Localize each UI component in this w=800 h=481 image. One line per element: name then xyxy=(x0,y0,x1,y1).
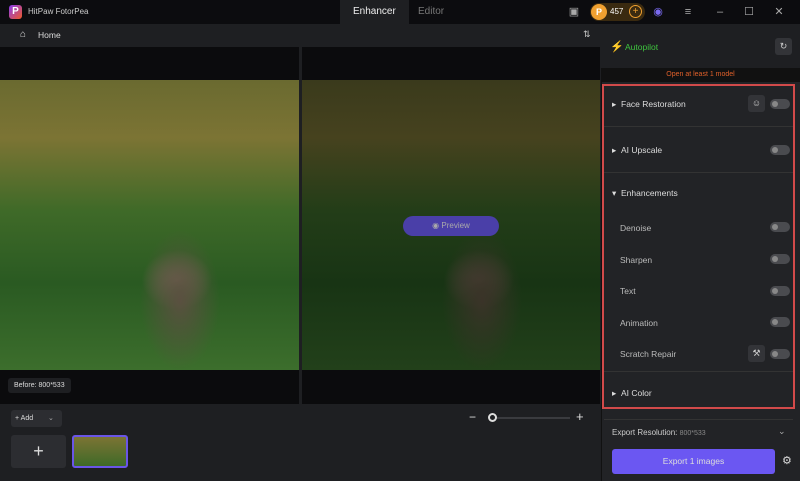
refresh-icon[interactable]: ↻ xyxy=(775,38,792,55)
settings-gear-icon[interactable]: ⚙ xyxy=(782,454,792,467)
lightning-icon: ⚡ xyxy=(610,41,624,53)
eye-icon: ◉ xyxy=(432,221,442,230)
tab-enhancer[interactable]: Enhancer xyxy=(340,0,409,24)
zoom-slider[interactable] xyxy=(490,417,570,419)
sharpen-label: Sharpen xyxy=(620,255,653,265)
add-label: Add xyxy=(20,415,34,422)
face-restoration-label: Face Restoration xyxy=(621,99,686,109)
coin-icon: P xyxy=(591,4,607,20)
preview-button[interactable]: ◉ Preview xyxy=(403,216,499,236)
divider xyxy=(604,419,793,420)
sharpen-toggle[interactable] xyxy=(770,254,790,264)
add-image-button[interactable]: + xyxy=(11,435,66,468)
crop-icon[interactable]: ⇅ xyxy=(583,29,591,40)
chevron-down-icon[interactable]: ⌄ xyxy=(48,410,54,427)
close-icon[interactable]: ✕ xyxy=(771,4,787,20)
ai-color-section[interactable]: ▸ AI Color xyxy=(612,388,652,399)
enhancements-section[interactable]: ▾ Enhancements xyxy=(612,188,678,199)
scratch-repair-toggle[interactable] xyxy=(770,349,790,359)
tab-editor[interactable]: Editor xyxy=(405,0,457,24)
home-link[interactable]: Home xyxy=(38,30,61,40)
divider xyxy=(604,172,793,173)
divider xyxy=(604,126,793,127)
denoise-toggle[interactable] xyxy=(770,222,790,232)
ai-upscale-label: AI Upscale xyxy=(621,145,663,155)
model-highlight-box xyxy=(602,84,795,409)
image-thumbnail[interactable] xyxy=(72,435,128,468)
ai-color-label: AI Color xyxy=(621,388,652,398)
warning-text: Open at least 1 model xyxy=(601,68,800,82)
zoom-out-button[interactable]: − xyxy=(469,410,476,424)
preview-label: Preview xyxy=(441,221,470,230)
add-coins-icon[interactable]: + xyxy=(629,5,642,18)
export-resolution[interactable]: Export Resolution: 800*533 xyxy=(612,428,706,437)
app-logo: P xyxy=(9,5,22,19)
export-resolution-label: Export Resolution: xyxy=(612,428,678,437)
export-resolution-value: 800*533 xyxy=(679,430,706,437)
minimize-icon[interactable]: – xyxy=(712,4,728,20)
app-title: HitPaw FotorPea xyxy=(28,7,89,16)
face-icon[interactable]: ☺ xyxy=(748,95,765,112)
home-icon[interactable]: ⌂ xyxy=(20,29,26,40)
zoom-in-button[interactable]: + xyxy=(576,409,584,424)
text-toggle[interactable] xyxy=(770,286,790,296)
before-image xyxy=(0,80,299,370)
magic-wand-icon[interactable]: ⚒ xyxy=(748,345,765,362)
text-label: Text xyxy=(620,286,636,296)
toolbar xyxy=(0,24,600,47)
autopilot-label[interactable]: Autopilot xyxy=(625,42,658,52)
divider xyxy=(604,371,793,372)
export-button[interactable]: Export 1 images xyxy=(612,449,775,474)
scratch-repair-label: Scratch Repair xyxy=(620,349,677,359)
compare-divider[interactable] xyxy=(299,47,302,404)
maximize-icon[interactable]: ☐ xyxy=(741,4,757,20)
before-size-label: Before: 800*533 xyxy=(8,378,71,393)
add-button[interactable]: + Add ⌄ xyxy=(11,410,62,427)
animation-label: Animation xyxy=(620,318,658,328)
zoom-slider-handle[interactable] xyxy=(488,413,497,422)
denoise-label: Denoise xyxy=(620,223,652,233)
account-icon[interactable]: ◉ xyxy=(650,4,666,20)
menu-icon[interactable]: ≡ xyxy=(680,4,696,20)
ai-upscale-section[interactable]: ▸ AI Upscale xyxy=(612,145,662,156)
ai-upscale-toggle[interactable] xyxy=(770,145,790,155)
enhancements-label: Enhancements xyxy=(621,188,678,198)
feedback-icon[interactable]: ▣ xyxy=(566,4,582,20)
face-restoration-toggle[interactable] xyxy=(770,99,790,109)
animation-toggle[interactable] xyxy=(770,317,790,327)
coin-count: 457 xyxy=(610,7,624,16)
face-restoration-section[interactable]: ▸ Face Restoration xyxy=(612,99,686,110)
double-chevron-down-icon[interactable]: ⌄ xyxy=(778,426,786,437)
